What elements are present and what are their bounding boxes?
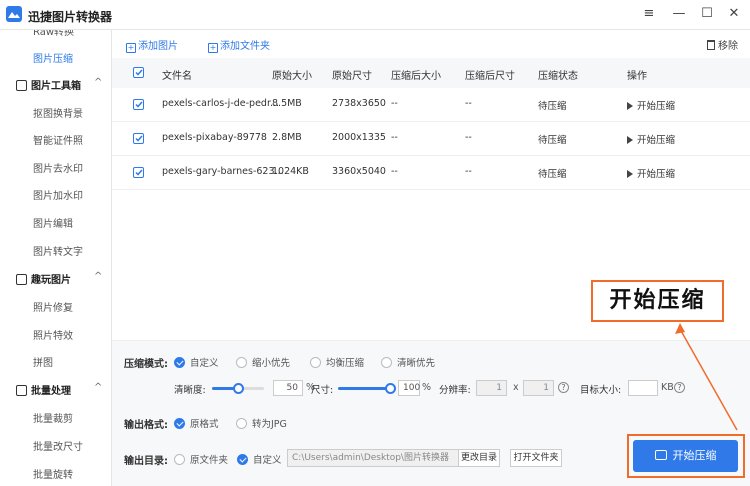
arrow-line [679,328,738,431]
annotation-arrow [675,323,738,431]
arrow-head [675,323,685,334]
